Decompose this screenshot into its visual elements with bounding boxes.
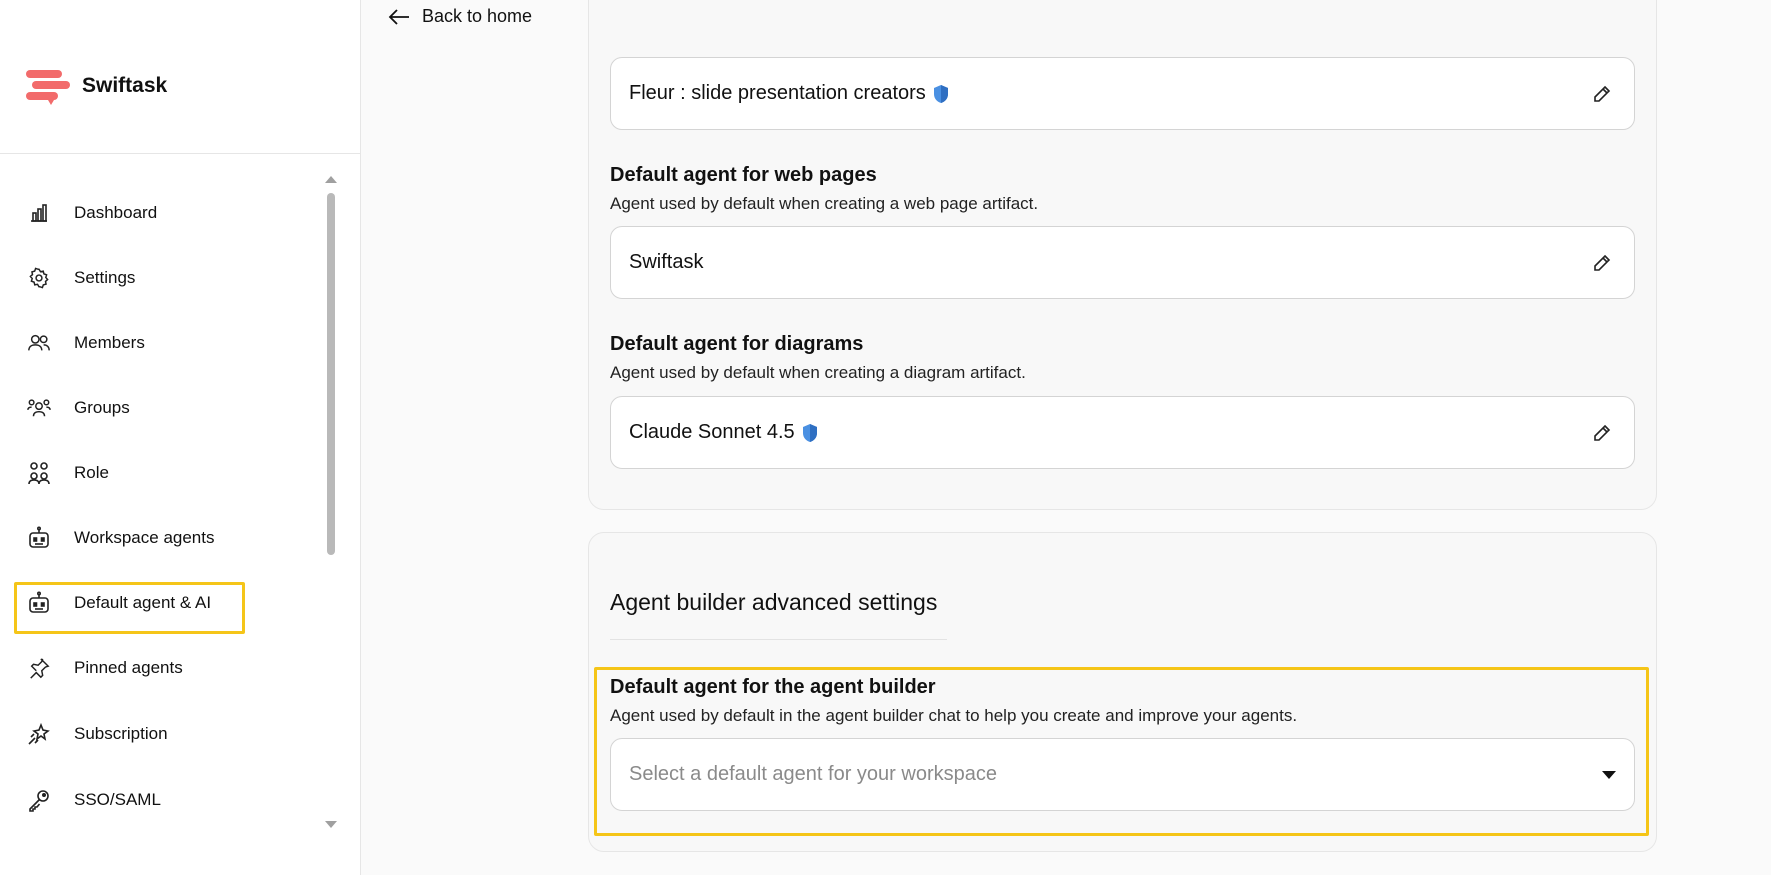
role-icon	[26, 460, 52, 486]
gear-icon	[26, 265, 52, 291]
key-icon	[26, 787, 52, 813]
edit-web-pages-agent-button[interactable]	[1588, 249, 1616, 277]
sidebar-item-label: Settings	[74, 268, 136, 287]
brand-logo[interactable]: Swiftask	[24, 66, 167, 106]
sidebar-item-label: Groups	[74, 398, 130, 417]
web-pages-agent-value: Swiftask	[629, 251, 704, 273]
sidebar-item-label: SSO/SAML	[74, 790, 161, 809]
sidebar-item-subscription[interactable]: Subscription	[26, 719, 168, 749]
sparkle-icon	[26, 721, 52, 747]
back-to-home-link[interactable]: Back to home	[388, 6, 532, 27]
sidebar-item-workspace-agents[interactable]: Workspace agents	[26, 523, 214, 553]
diagrams-description: Agent used by default when creating a di…	[610, 363, 1026, 382]
sidebar-item-dashboard[interactable]: Dashboard	[26, 198, 157, 228]
bar-chart-icon	[26, 200, 52, 226]
brand-name: Swiftask	[82, 74, 168, 97]
shield-badge-icon	[802, 423, 817, 442]
sidebar-item-label: Pinned agents	[74, 658, 183, 677]
diagrams-agent-value: Claude Sonnet 4.5	[629, 421, 795, 443]
pencil-icon	[1594, 85, 1611, 102]
sidebar-item-label: Role	[74, 463, 109, 482]
diagrams-title: Default agent for diagrams	[610, 333, 864, 355]
diagrams-agent-field[interactable]: Claude Sonnet 4.5	[610, 396, 1635, 469]
sidebar-item-sso-saml[interactable]: SSO/SAML	[26, 785, 161, 815]
group-icon	[26, 395, 52, 421]
edit-diagrams-agent-button[interactable]	[1588, 419, 1616, 447]
back-link-label: Back to home	[422, 6, 533, 26]
swiftask-logo-icon	[26, 70, 70, 105]
arrow-left-icon	[388, 8, 409, 25]
section-divider	[610, 639, 947, 640]
edit-slides-agent-button[interactable]	[1588, 80, 1616, 108]
pin-icon	[26, 655, 52, 681]
sidebar-item-role[interactable]: Role	[26, 458, 109, 488]
slides-agent-value: Fleur : slide presentation creators	[629, 82, 926, 104]
shield-badge-icon	[933, 84, 948, 103]
sidebar-item-settings[interactable]: Settings	[26, 263, 135, 293]
pencil-icon	[1594, 424, 1611, 441]
sidebar-item-groups[interactable]: Groups	[26, 393, 130, 423]
pencil-icon	[1594, 254, 1611, 271]
sidebar-item-label: Subscription	[74, 724, 168, 743]
agent-builder-section-title: Agent builder advanced settings	[610, 589, 938, 615]
sidebar-item-label: Workspace agents	[74, 528, 215, 547]
sidebar-item-label: Dashboard	[74, 203, 158, 222]
sidebar-item-members[interactable]: Members	[26, 328, 145, 358]
sidebar-divider	[0, 153, 361, 154]
users-icon	[26, 330, 52, 356]
nav-highlight-box	[14, 582, 245, 634]
scroll-up-arrow-icon[interactable]	[325, 176, 337, 183]
robot-icon	[26, 525, 52, 551]
sidebar-item-label: Members	[74, 333, 145, 352]
sidebar-scrollbar-thumb[interactable]	[327, 193, 335, 555]
sidebar: Swiftask Dashboard Settings Members Grou…	[0, 0, 361, 875]
slides-agent-field[interactable]: Fleur : slide presentation creators	[610, 57, 1635, 130]
sidebar-item-pinned-agents[interactable]: Pinned agents	[26, 653, 183, 683]
scroll-down-arrow-icon[interactable]	[325, 821, 337, 828]
agent-builder-highlight-box	[594, 667, 1649, 836]
web-pages-description: Agent used by default when creating a we…	[610, 194, 1039, 213]
web-pages-title: Default agent for web pages	[610, 164, 877, 186]
web-pages-agent-field[interactable]: Swiftask	[610, 226, 1635, 299]
